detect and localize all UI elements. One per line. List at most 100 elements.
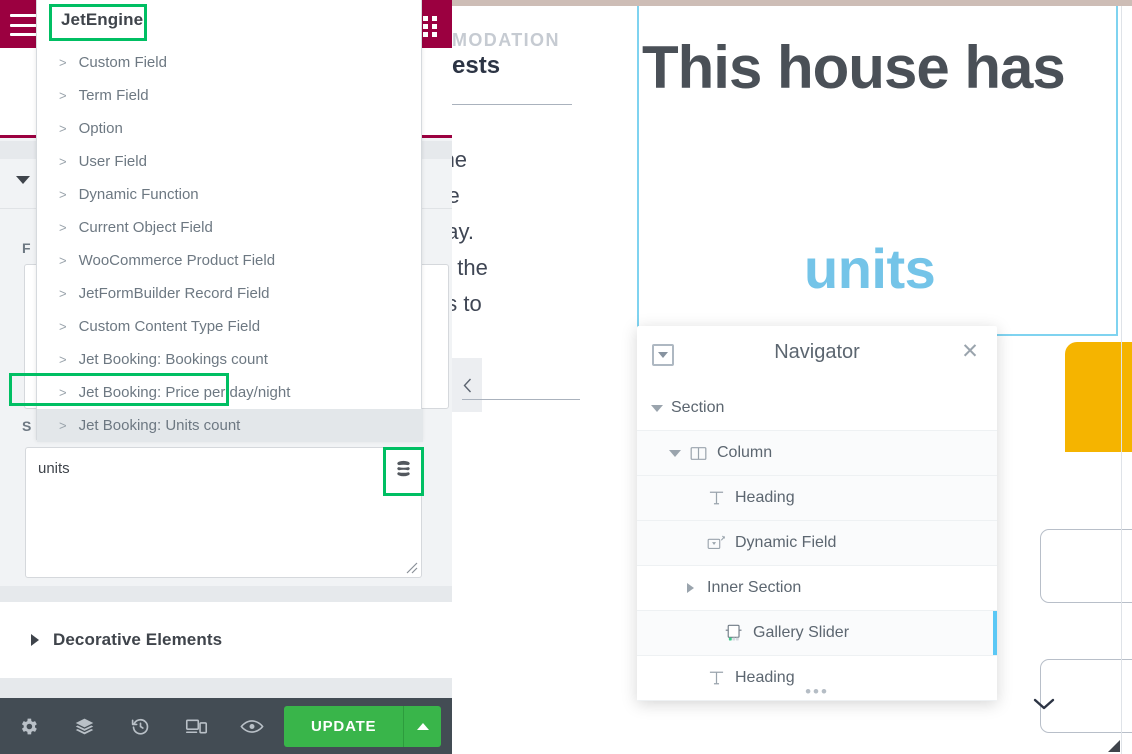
navigator-row-label: Heading (735, 669, 795, 686)
canvas-corner-marker (1108, 740, 1120, 752)
heading-text-icon (705, 487, 727, 509)
navigator-row-label: Heading (735, 489, 795, 506)
canvas-heading-dynamic-units: units (804, 237, 936, 300)
layers-navigator-icon[interactable] (56, 698, 112, 754)
section-collapse-caret-icon[interactable] (16, 176, 30, 184)
settings-gear-icon[interactable] (0, 698, 56, 754)
jetengine-item-label: Option (78, 120, 123, 137)
update-button[interactable]: UPDATE (284, 705, 404, 747)
dynamic-text-field-wrapper: units (25, 447, 422, 578)
navigator-row-label: Section (671, 399, 725, 416)
jetengine-item-label: Jet Booking: Units count (78, 417, 241, 434)
navigator-row-gallery-slider[interactable]: Gallery Slider (637, 611, 997, 656)
apps-grid-icon[interactable] (423, 16, 441, 37)
chevron-right-icon: > (59, 55, 67, 70)
jetengine-item-woocommerce-product-field[interactable]: > WooCommerce Product Field (37, 244, 423, 277)
caret-right-icon[interactable] (687, 583, 705, 593)
navigator-row-label: Gallery Slider (753, 624, 850, 641)
chevron-down-icon (1032, 691, 1056, 717)
carousel-prev-button[interactable]: chevron-left-icon (452, 358, 482, 412)
editor-bottom-bar: UPDATE (0, 698, 452, 754)
canvas-right-edge (1121, 6, 1122, 754)
close-icon[interactable]: ✕ (959, 341, 981, 364)
jetengine-item-option[interactable]: > Option (37, 112, 423, 145)
chevron-right-icon: > (59, 352, 67, 367)
jetengine-item-label: Custom Content Type Field (78, 318, 261, 335)
canvas-paragraph-text: of the s the taway. with the cess to (452, 147, 488, 316)
navigator-row-dynamic-field[interactable]: Dynamic Field (637, 521, 997, 566)
navigator-row-inner-section[interactable]: Inner Section (637, 566, 997, 611)
navigator-header: Navigator ✕ (637, 326, 997, 386)
chevron-right-icon: > (59, 418, 67, 433)
jetengine-item-label: Custom Field (78, 54, 167, 71)
accordion-decorative-elements[interactable]: Decorative Elements (0, 602, 452, 678)
navigator-active-indicator (993, 611, 997, 655)
jetengine-item-jet-booking-price-per-day-night[interactable]: > Jet Booking: Price per day/night (37, 376, 423, 409)
chevron-right-icon: > (59, 154, 67, 169)
canvas-divider-bottom (462, 399, 580, 400)
navigator-row-label: Column (717, 444, 773, 461)
jetengine-title: JetEngine (61, 10, 144, 29)
panel-gap-bar (0, 586, 452, 602)
jetengine-item-jet-booking-bookings-count[interactable]: > Jet Booking: Bookings count (37, 343, 423, 376)
gallery-slider-icon (723, 622, 745, 644)
chevron-right-icon: > (59, 121, 67, 136)
jetengine-item-jetformbuilder-record-field[interactable]: > JetFormBuilder Record Field (37, 277, 423, 310)
canvas-eyebrow-text: MODATION (452, 30, 560, 50)
navigator-row-heading[interactable]: Heading (637, 476, 997, 521)
dynamic-tag-button[interactable] (385, 449, 422, 494)
jetengine-item-label: Dynamic Function (78, 186, 199, 203)
jetengine-item-label: Jet Booking: Bookings count (78, 351, 268, 368)
booking-form-input-1[interactable] (1040, 529, 1132, 603)
column-icon (687, 442, 709, 464)
jetengine-items-list: > Custom Field > Term Field > Option > User Fie… (37, 46, 423, 442)
jetengine-dynamic-tags-dropdown: JetEngine > Custom Field > Term Field > Optio… (36, 0, 423, 442)
accordion-title: Decorative Elements (53, 630, 223, 649)
jetengine-item-label: Current Object Field (78, 219, 213, 236)
jetengine-item-label: User Field (78, 153, 147, 170)
chevron-right-icon: > (59, 286, 67, 301)
navigator-title: Navigator (774, 341, 860, 363)
navigator-row-label: Dynamic Field (735, 534, 837, 551)
screen-root: MODATION ests of the s the taway. with t… (0, 0, 1132, 754)
jetengine-item-label: Jet Booking: Price per day/night (78, 384, 291, 401)
jetengine-item-custom-field[interactable]: > Custom Field (37, 46, 423, 79)
chevron-right-icon: > (59, 220, 67, 235)
jetengine-item-custom-content-type-field[interactable]: > Custom Content Type Field (37, 310, 423, 343)
jetengine-item-current-object-field[interactable]: > Current Object Field (37, 211, 423, 244)
jetengine-item-jet-booking-units-count[interactable]: > Jet Booking: Units count (37, 409, 423, 442)
jetengine-item-label: Term Field (78, 87, 149, 104)
canvas-heading-main: This house has (642, 34, 1066, 101)
heading-text-icon (705, 667, 727, 689)
hamburger-menu-icon[interactable] (10, 14, 38, 36)
chevron-right-icon: > (59, 187, 67, 202)
navigator-row-column[interactable]: Column (637, 431, 997, 476)
responsive-mode-icon[interactable] (168, 698, 224, 754)
chevron-right-icon: > (59, 253, 67, 268)
canvas-subtitle-text: ests (452, 52, 501, 79)
dynamic-text-textarea[interactable]: units (25, 447, 422, 578)
jetengine-item-user-field[interactable]: > User Field (37, 145, 423, 178)
jetengine-item-dynamic-function[interactable]: > Dynamic Function (37, 178, 423, 211)
jetengine-item-label: JetFormBuilder Record Field (78, 285, 270, 302)
navigator-panel: Navigator ✕ Section Column Heading Dynamic … (637, 326, 997, 701)
accordion-caret-icon (31, 634, 39, 646)
navigator-row-label: Inner Section (707, 579, 802, 596)
jetengine-item-term-field[interactable]: > Term Field (37, 79, 423, 112)
resize-dots-icon[interactable]: ••• (637, 683, 997, 700)
navigator-tree: Section Column Heading Dynamic Field Inner S… (637, 386, 997, 701)
field-label-partial: F (22, 240, 31, 256)
preview-eye-icon[interactable] (224, 698, 280, 754)
chevron-right-icon: > (59, 385, 67, 400)
caret-up-icon[interactable] (403, 705, 442, 747)
panel-bottom-strip (0, 678, 452, 698)
history-revisions-icon[interactable] (112, 698, 168, 754)
navigator-row-section[interactable]: Section (637, 386, 997, 431)
chevron-right-icon: > (59, 319, 67, 334)
chevron-right-icon: > (59, 88, 67, 103)
database-stack-icon (395, 460, 412, 484)
jetengine-item-label: WooCommerce Product Field (78, 252, 276, 269)
caret-down-icon[interactable] (669, 449, 687, 457)
caret-down-icon[interactable] (651, 404, 669, 412)
dynamic-field-icon (705, 532, 727, 554)
